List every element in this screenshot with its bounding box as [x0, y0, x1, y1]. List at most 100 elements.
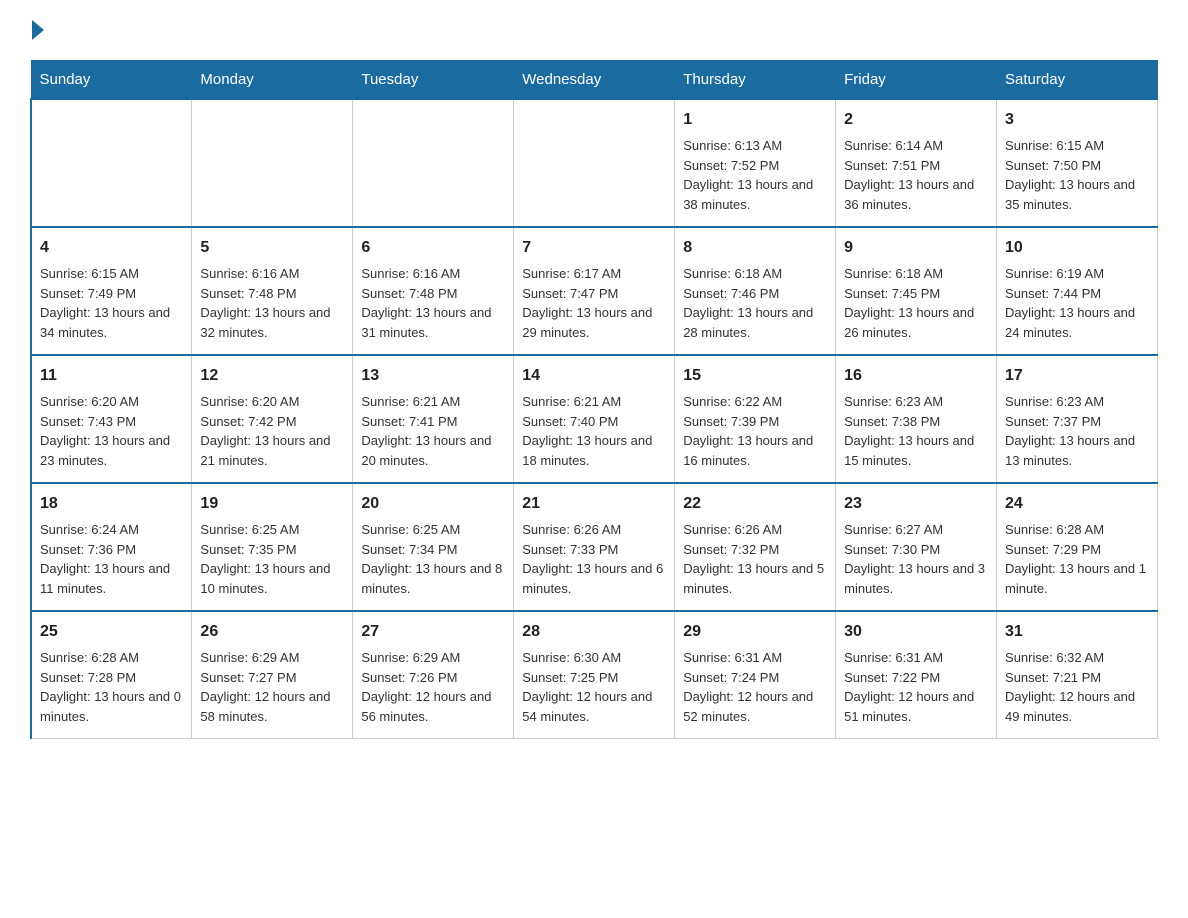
calendar-cell: 24 Sunrise: 6:28 AM Sunset: 7:29 PM Dayl…	[997, 483, 1158, 611]
sunrise-text: Sunrise: 6:19 AM	[1005, 266, 1104, 281]
sunrise-text: Sunrise: 6:23 AM	[1005, 394, 1104, 409]
calendar-week-row: 1 Sunrise: 6:13 AM Sunset: 7:52 PM Dayli…	[31, 99, 1158, 227]
sunrise-text: Sunrise: 6:25 AM	[200, 522, 299, 537]
sunrise-text: Sunrise: 6:32 AM	[1005, 650, 1104, 665]
day-number: 6	[361, 236, 505, 260]
day-number: 19	[200, 492, 344, 516]
calendar-cell: 2 Sunrise: 6:14 AM Sunset: 7:51 PM Dayli…	[836, 99, 997, 227]
daylight-text: Daylight: 13 hours and 15 minutes.	[844, 433, 974, 468]
daylight-text: Daylight: 13 hours and 29 minutes.	[522, 305, 652, 340]
calendar-body: 1 Sunrise: 6:13 AM Sunset: 7:52 PM Dayli…	[31, 99, 1158, 739]
calendar-cell: 1 Sunrise: 6:13 AM Sunset: 7:52 PM Dayli…	[675, 99, 836, 227]
sunset-text: Sunset: 7:22 PM	[844, 670, 940, 685]
sunrise-text: Sunrise: 6:31 AM	[844, 650, 943, 665]
calendar-cell	[192, 99, 353, 227]
calendar-cell: 3 Sunrise: 6:15 AM Sunset: 7:50 PM Dayli…	[997, 99, 1158, 227]
sunset-text: Sunset: 7:42 PM	[200, 414, 296, 429]
calendar-cell: 16 Sunrise: 6:23 AM Sunset: 7:38 PM Dayl…	[836, 355, 997, 483]
calendar-cell: 5 Sunrise: 6:16 AM Sunset: 7:48 PM Dayli…	[192, 227, 353, 355]
sunset-text: Sunset: 7:50 PM	[1005, 158, 1101, 173]
calendar-cell: 8 Sunrise: 6:18 AM Sunset: 7:46 PM Dayli…	[675, 227, 836, 355]
sunrise-text: Sunrise: 6:24 AM	[40, 522, 139, 537]
sunset-text: Sunset: 7:52 PM	[683, 158, 779, 173]
daylight-text: Daylight: 13 hours and 6 minutes.	[522, 561, 663, 596]
calendar-cell: 4 Sunrise: 6:15 AM Sunset: 7:49 PM Dayli…	[31, 227, 192, 355]
day-number: 24	[1005, 492, 1149, 516]
daylight-text: Daylight: 13 hours and 36 minutes.	[844, 177, 974, 212]
day-number: 9	[844, 236, 988, 260]
daylight-text: Daylight: 13 hours and 10 minutes.	[200, 561, 330, 596]
calendar-cell: 25 Sunrise: 6:28 AM Sunset: 7:28 PM Dayl…	[31, 611, 192, 739]
daylight-text: Daylight: 12 hours and 52 minutes.	[683, 689, 813, 724]
sunrise-text: Sunrise: 6:26 AM	[522, 522, 621, 537]
daylight-text: Daylight: 12 hours and 54 minutes.	[522, 689, 652, 724]
daylight-text: Daylight: 12 hours and 56 minutes.	[361, 689, 491, 724]
calendar-cell: 31 Sunrise: 6:32 AM Sunset: 7:21 PM Dayl…	[997, 611, 1158, 739]
daylight-text: Daylight: 13 hours and 28 minutes.	[683, 305, 813, 340]
day-number: 5	[200, 236, 344, 260]
sunrise-text: Sunrise: 6:31 AM	[683, 650, 782, 665]
daylight-text: Daylight: 13 hours and 24 minutes.	[1005, 305, 1135, 340]
calendar-cell: 28 Sunrise: 6:30 AM Sunset: 7:25 PM Dayl…	[514, 611, 675, 739]
calendar-cell: 29 Sunrise: 6:31 AM Sunset: 7:24 PM Dayl…	[675, 611, 836, 739]
daylight-text: Daylight: 12 hours and 51 minutes.	[844, 689, 974, 724]
sunset-text: Sunset: 7:39 PM	[683, 414, 779, 429]
sunrise-text: Sunrise: 6:18 AM	[844, 266, 943, 281]
calendar-cell: 17 Sunrise: 6:23 AM Sunset: 7:37 PM Dayl…	[997, 355, 1158, 483]
calendar-cell: 26 Sunrise: 6:29 AM Sunset: 7:27 PM Dayl…	[192, 611, 353, 739]
day-number: 21	[522, 492, 666, 516]
daylight-text: Daylight: 13 hours and 23 minutes.	[40, 433, 170, 468]
sunrise-text: Sunrise: 6:17 AM	[522, 266, 621, 281]
day-number: 12	[200, 364, 344, 388]
calendar-cell: 15 Sunrise: 6:22 AM Sunset: 7:39 PM Dayl…	[675, 355, 836, 483]
calendar-cell: 27 Sunrise: 6:29 AM Sunset: 7:26 PM Dayl…	[353, 611, 514, 739]
day-number: 10	[1005, 236, 1149, 260]
day-number: 8	[683, 236, 827, 260]
sunrise-text: Sunrise: 6:22 AM	[683, 394, 782, 409]
sunset-text: Sunset: 7:25 PM	[522, 670, 618, 685]
calendar-table: SundayMondayTuesdayWednesdayThursdayFrid…	[30, 60, 1158, 739]
day-number: 27	[361, 620, 505, 644]
sunset-text: Sunset: 7:33 PM	[522, 542, 618, 557]
day-number: 7	[522, 236, 666, 260]
day-number: 1	[683, 108, 827, 132]
sunset-text: Sunset: 7:26 PM	[361, 670, 457, 685]
sunset-text: Sunset: 7:51 PM	[844, 158, 940, 173]
sunrise-text: Sunrise: 6:20 AM	[40, 394, 139, 409]
sunset-text: Sunset: 7:43 PM	[40, 414, 136, 429]
day-of-week-header: Sunday	[31, 61, 192, 100]
day-number: 23	[844, 492, 988, 516]
day-of-week-header: Monday	[192, 61, 353, 100]
sunset-text: Sunset: 7:28 PM	[40, 670, 136, 685]
calendar-week-row: 11 Sunrise: 6:20 AM Sunset: 7:43 PM Dayl…	[31, 355, 1158, 483]
calendar-week-row: 18 Sunrise: 6:24 AM Sunset: 7:36 PM Dayl…	[31, 483, 1158, 611]
day-number: 13	[361, 364, 505, 388]
sunset-text: Sunset: 7:27 PM	[200, 670, 296, 685]
calendar-cell: 30 Sunrise: 6:31 AM Sunset: 7:22 PM Dayl…	[836, 611, 997, 739]
daylight-text: Daylight: 13 hours and 31 minutes.	[361, 305, 491, 340]
sunset-text: Sunset: 7:45 PM	[844, 286, 940, 301]
calendar-week-row: 25 Sunrise: 6:28 AM Sunset: 7:28 PM Dayl…	[31, 611, 1158, 739]
calendar-cell: 19 Sunrise: 6:25 AM Sunset: 7:35 PM Dayl…	[192, 483, 353, 611]
sunrise-text: Sunrise: 6:13 AM	[683, 138, 782, 153]
sunrise-text: Sunrise: 6:25 AM	[361, 522, 460, 537]
day-of-week-header: Thursday	[675, 61, 836, 100]
daylight-text: Daylight: 13 hours and 11 minutes.	[40, 561, 170, 596]
sunset-text: Sunset: 7:46 PM	[683, 286, 779, 301]
logo	[30, 20, 46, 40]
sunset-text: Sunset: 7:48 PM	[200, 286, 296, 301]
sunrise-text: Sunrise: 6:28 AM	[40, 650, 139, 665]
daylight-text: Daylight: 13 hours and 38 minutes.	[683, 177, 813, 212]
calendar-cell: 12 Sunrise: 6:20 AM Sunset: 7:42 PM Dayl…	[192, 355, 353, 483]
sunrise-text: Sunrise: 6:26 AM	[683, 522, 782, 537]
day-number: 26	[200, 620, 344, 644]
day-number: 18	[40, 492, 183, 516]
sunrise-text: Sunrise: 6:30 AM	[522, 650, 621, 665]
daylight-text: Daylight: 13 hours and 1 minute.	[1005, 561, 1146, 596]
sunset-text: Sunset: 7:30 PM	[844, 542, 940, 557]
daylight-text: Daylight: 13 hours and 5 minutes.	[683, 561, 824, 596]
day-number: 16	[844, 364, 988, 388]
sunset-text: Sunset: 7:21 PM	[1005, 670, 1101, 685]
calendar-cell: 22 Sunrise: 6:26 AM Sunset: 7:32 PM Dayl…	[675, 483, 836, 611]
daylight-text: Daylight: 13 hours and 35 minutes.	[1005, 177, 1135, 212]
